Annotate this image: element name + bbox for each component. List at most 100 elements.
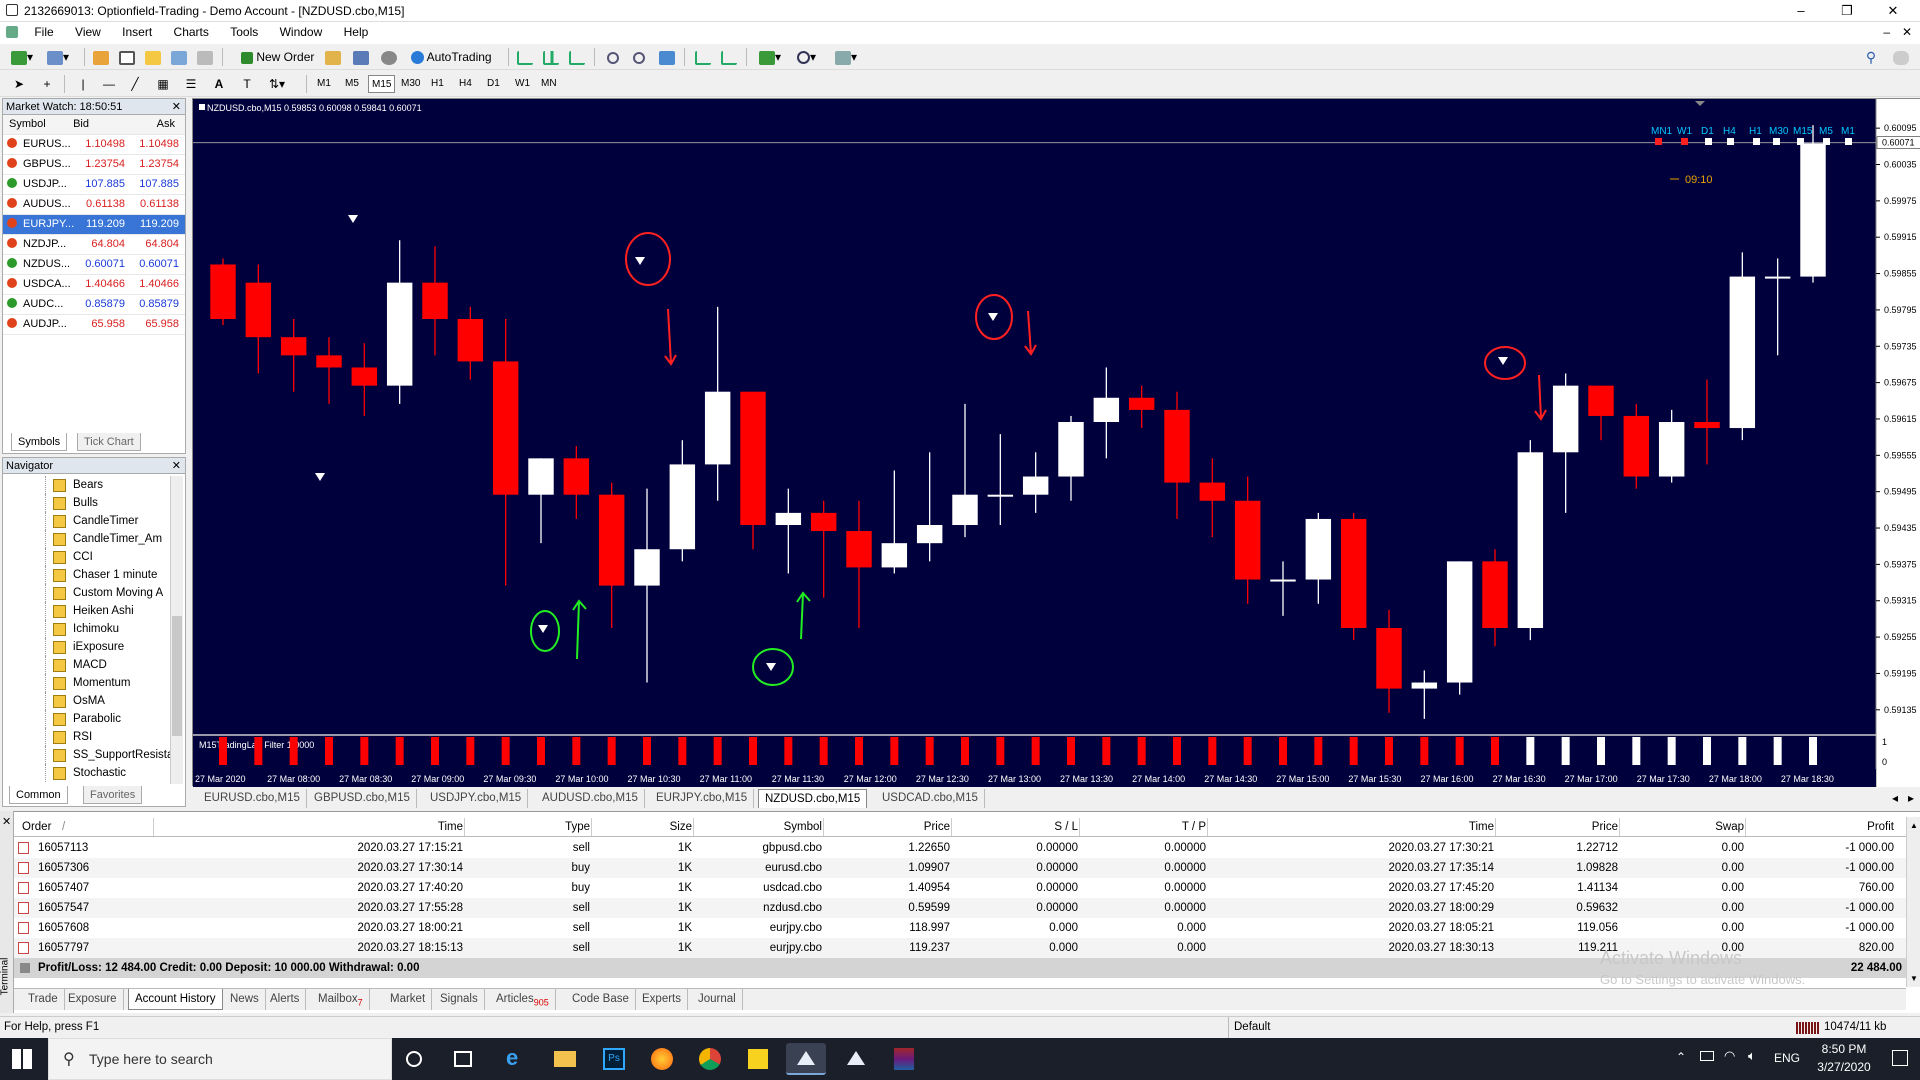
menu-view[interactable]: View [66, 22, 110, 42]
market-watch-row[interactable]: USDJP... 107.885 107.885 [3, 175, 185, 195]
menu-file[interactable]: File [25, 22, 62, 42]
chart-tab[interactable]: EURJPY.cbo,M15 [650, 789, 755, 808]
cursor-button[interactable]: ➤ [8, 74, 30, 94]
history-row[interactable]: 16057306 2020.03.27 17:30:14 buy 1K eurusd.c… [14, 858, 1906, 878]
navigator-item[interactable]: Stochastic [3, 764, 185, 782]
chart-tab[interactable]: USDJPY.cbo,M15 [424, 789, 529, 808]
navigator-item[interactable]: CandleTimer [3, 512, 185, 530]
bar-chart-button[interactable] [514, 47, 536, 67]
firefox-icon[interactable] [642, 1043, 682, 1075]
new-order-button[interactable]: New Order [236, 47, 319, 67]
col-ask[interactable]: Ask [157, 118, 175, 130]
metatrader-2-icon[interactable] [836, 1043, 876, 1075]
tf-h4[interactable]: H4 [456, 75, 475, 93]
sticky-notes-icon[interactable] [738, 1043, 778, 1075]
history-row[interactable]: 16057608 2020.03.27 18:00:21 sell 1K eurjpy.… [14, 918, 1906, 938]
market-watch-button[interactable] [90, 47, 112, 67]
search-button[interactable]: ⚲ [1860, 47, 1882, 67]
arrows-button[interactable]: ⇅▾ [266, 74, 288, 94]
tab-scroll-left-icon[interactable]: ◂ [1892, 791, 1898, 805]
profile-name[interactable]: Default [1234, 1021, 1270, 1033]
line-chart-button[interactable] [566, 47, 588, 67]
windows-start-icon[interactable] [12, 1049, 32, 1069]
terminal-tab[interactable]: Journal [692, 989, 743, 1010]
periods-button[interactable]: ▾ [794, 47, 819, 67]
close-icon[interactable]: ✕ [172, 458, 181, 474]
history-col-header[interactable]: Order [22, 818, 152, 836]
tf-m1[interactable]: M1 [314, 75, 334, 93]
tab-common[interactable]: Common [9, 786, 68, 804]
autoscroll-button[interactable] [692, 47, 714, 67]
tab-symbols[interactable]: Symbols [11, 433, 68, 451]
navigator-item[interactable]: iExposure [3, 638, 185, 656]
history-row[interactable]: 16057113 2020.03.27 17:15:21 sell 1K gbpusd.… [14, 838, 1906, 858]
price-chart[interactable]: NZDUSD.cbo,M15 0.59853 0.60098 0.59841 0… [192, 98, 1920, 787]
tf-w1[interactable]: W1 [512, 75, 533, 93]
traffic-text[interactable]: 10474/11 kb [1824, 1021, 1886, 1033]
zoom-out-button[interactable] [628, 47, 650, 67]
tile-windows-button[interactable] [656, 47, 678, 67]
history-col-header[interactable]: Swap [1620, 818, 1744, 836]
chart-canvas[interactable]: NZDUSD.cbo,M15 0.59853 0.60098 0.59841 0… [193, 99, 1920, 787]
signals-button[interactable] [378, 47, 400, 67]
terminal-tab[interactable]: Exposure [62, 989, 124, 1010]
terminal-tab[interactable]: Signals [434, 989, 485, 1010]
menu-insert[interactable]: Insert [113, 22, 161, 42]
chrome-icon[interactable] [690, 1043, 730, 1075]
navigator-item[interactable]: MACD [3, 656, 185, 674]
history-scrollbar[interactable]: ▲ ▼ [1906, 817, 1920, 987]
restore-button[interactable]: ❐ [1824, 0, 1870, 22]
history-col-header[interactable]: Symbol [694, 818, 822, 836]
close-icon[interactable]: ✕ [172, 99, 181, 115]
new-chart-button[interactable]: ▾ [8, 47, 36, 67]
market-watch-row[interactable]: NZDUS... 0.60071 0.60071 [3, 255, 185, 275]
fibo-button[interactable]: ☰ [180, 74, 202, 94]
history-col-header[interactable]: Price [824, 818, 950, 836]
history-col-header[interactable]: T / P [1080, 818, 1206, 836]
clock-time[interactable]: 8:50 PM [1814, 1042, 1874, 1056]
text-label-button[interactable]: T [236, 74, 258, 94]
market-watch-row[interactable]: AUDJP... 65.958 65.958 [3, 315, 185, 335]
navigator-item[interactable]: CCI [3, 548, 185, 566]
winrar-icon[interactable] [884, 1043, 924, 1075]
market-watch-row[interactable]: USDCA... 1.40466 1.40466 [3, 275, 185, 295]
history-col-header[interactable]: Time [155, 818, 463, 836]
trendline-button[interactable]: ╱ [124, 74, 146, 94]
menu-charts[interactable]: Charts [165, 22, 218, 42]
chart-shift-button[interactable] [718, 47, 740, 67]
tf-m5[interactable]: M5 [342, 75, 362, 93]
strategy-tester-button[interactable] [194, 47, 216, 67]
cortana-icon[interactable] [406, 1051, 422, 1067]
close-icon[interactable]: ✕ [2, 815, 11, 828]
photoshop-icon[interactable]: Ps [594, 1043, 634, 1075]
search-box[interactable]: ⚲ Type here to search [48, 1038, 392, 1080]
navigator-item[interactable]: CandleTimer_Am [3, 530, 185, 548]
clock-date[interactable]: 3/27/2020 [1814, 1060, 1874, 1074]
mdi-minimize-icon[interactable]: – [1883, 25, 1890, 39]
market-watch-row[interactable]: GBPUS... 1.23754 1.23754 [3, 155, 185, 175]
col-bid[interactable]: Bid [73, 118, 89, 130]
volume-icon[interactable]: 🔈︎ [1748, 1048, 1756, 1064]
navigator-item[interactable]: Ichimoku [3, 620, 185, 638]
text-button[interactable]: A [208, 74, 230, 94]
history-col-header[interactable]: S / L [952, 818, 1078, 836]
navigator-item[interactable]: Parabolic [3, 710, 185, 728]
tray-chevron-icon[interactable]: ⌃ [1676, 1050, 1686, 1064]
language-indicator[interactable]: ENG [1774, 1051, 1800, 1065]
history-col-header[interactable]: Price [1496, 818, 1618, 836]
templates-button[interactable]: ▾ [832, 47, 860, 67]
col-symbol[interactable]: Symbol [9, 118, 46, 130]
minimize-button[interactable]: – [1778, 0, 1824, 22]
navigator-item[interactable]: OsMA [3, 692, 185, 710]
menu-window[interactable]: Window [271, 22, 332, 42]
terminal-tab[interactable]: Trade [22, 989, 65, 1010]
community-button[interactable] [350, 47, 372, 67]
terminal-tab[interactable]: Mailbox7 [312, 989, 370, 1010]
terminal-tab[interactable]: Articles905 [490, 989, 556, 1010]
chart-tab[interactable]: NZDUSD.cbo,M15 [758, 789, 868, 808]
navigator-button[interactable] [142, 47, 164, 67]
mdi-close-icon[interactable]: ✕ [1902, 25, 1912, 39]
profiles-button[interactable]: ▾ [44, 47, 72, 67]
chart-tab[interactable]: GBPUSD.cbo,M15 [308, 789, 417, 808]
history-col-header[interactable]: Profit [1746, 818, 1894, 836]
